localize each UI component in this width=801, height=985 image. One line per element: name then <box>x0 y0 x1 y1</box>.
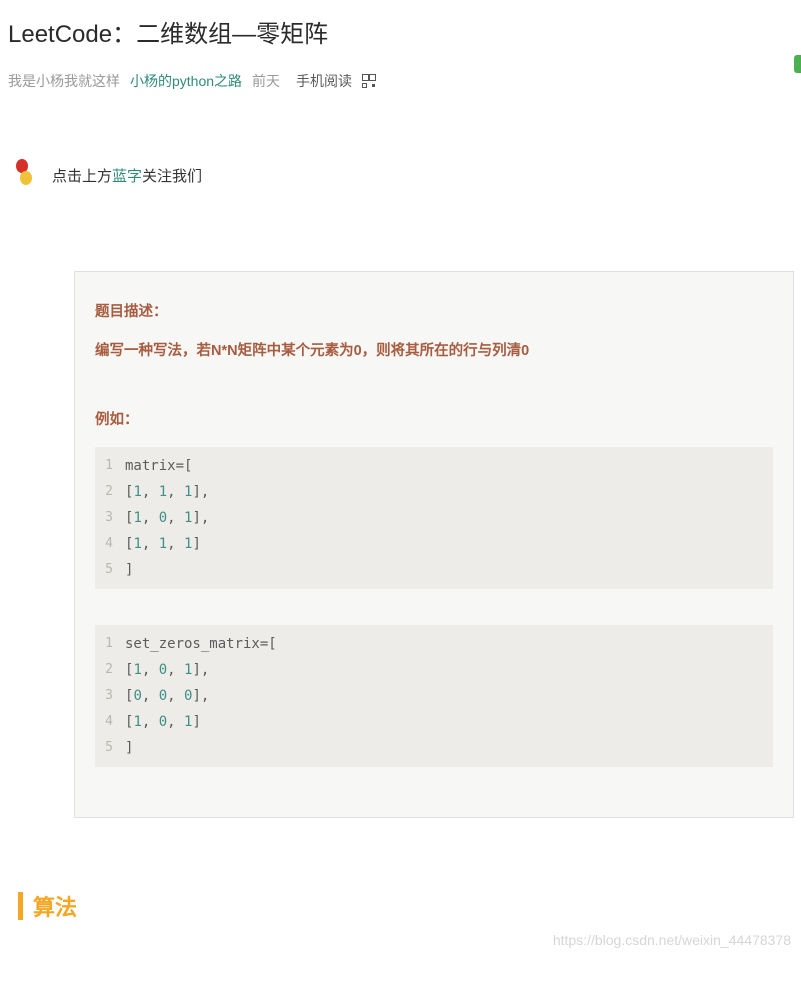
line-number: 4 <box>95 531 125 557</box>
code-line: 3[0, 0, 0], <box>95 683 773 709</box>
line-number: 4 <box>95 709 125 735</box>
code-line: 4[1, 1, 1] <box>95 531 773 557</box>
line-number: 2 <box>95 479 125 505</box>
publish-time: 前天 <box>252 71 280 91</box>
line-number: 3 <box>95 683 125 709</box>
balloons-icon <box>16 159 38 191</box>
code-text: [1, 0, 1] <box>125 709 201 735</box>
code-line: 5] <box>95 557 773 583</box>
follow-prompt: 点击上方蓝字关注我们 <box>16 159 801 191</box>
code-line: 4[1, 0, 1] <box>95 709 773 735</box>
follow-prefix: 点击上方 <box>52 168 112 185</box>
author-name: 我是小杨我就这样 <box>8 71 120 91</box>
code-text: [1, 0, 1], <box>125 505 209 531</box>
line-number: 1 <box>95 453 125 479</box>
desc-label: 题目描述： <box>95 300 773 321</box>
line-number: 5 <box>95 735 125 761</box>
line-number: 1 <box>95 631 125 657</box>
line-number: 5 <box>95 557 125 583</box>
follow-text: 点击上方蓝字关注我们 <box>52 165 202 186</box>
code-text: set_zeros_matrix=[ <box>125 631 277 657</box>
code-block-input: 1matrix=[2[1, 1, 1],3[1, 0, 1],4[1, 1, 1… <box>95 447 773 589</box>
code-text: ] <box>125 557 133 583</box>
code-line: 1set_zeros_matrix=[ <box>95 631 773 657</box>
problem-card: 题目描述： 编写一种写法，若N*N矩阵中某个元素为0，则将其所在的行与列清0 例… <box>74 271 794 818</box>
code-line: 3[1, 0, 1], <box>95 505 773 531</box>
desc-text: 编写一种写法，若N*N矩阵中某个元素为0，则将其所在的行与列清0 <box>95 339 773 360</box>
code-text: [1, 0, 1], <box>125 657 209 683</box>
code-line: 1matrix=[ <box>95 453 773 479</box>
heading-bar-icon <box>18 892 23 920</box>
qr-icon[interactable] <box>362 74 376 88</box>
watermark-text: https://blog.csdn.net/weixin_44478378 <box>0 922 801 956</box>
code-block-output: 1set_zeros_matrix=[2[1, 0, 1],3[0, 0, 0]… <box>95 625 773 767</box>
mobile-read-link[interactable]: 手机阅读 <box>296 71 352 91</box>
side-tab[interactable] <box>794 55 801 73</box>
article-title: LeetCode：二维数组—零矩阵 <box>8 14 793 49</box>
line-number: 2 <box>95 657 125 683</box>
example-label: 例如： <box>95 408 773 429</box>
follow-blue-link[interactable]: 蓝字 <box>112 168 142 185</box>
follow-suffix: 关注我们 <box>142 168 202 185</box>
algo-heading: 算法 <box>18 890 801 922</box>
algo-heading-text: 算法 <box>33 890 77 922</box>
code-text: [1, 1, 1] <box>125 531 201 557</box>
code-line: 2[1, 1, 1], <box>95 479 773 505</box>
code-text: [0, 0, 0], <box>125 683 209 709</box>
code-text: ] <box>125 735 133 761</box>
code-text: matrix=[ <box>125 453 192 479</box>
source-link[interactable]: 小杨的python之路 <box>130 71 242 91</box>
code-line: 2[1, 0, 1], <box>95 657 773 683</box>
article-meta: 我是小杨我就这样 小杨的python之路 前天 手机阅读 <box>8 71 793 99</box>
code-text: [1, 1, 1], <box>125 479 209 505</box>
article-header: LeetCode：二维数组—零矩阵 我是小杨我就这样 小杨的python之路 前… <box>0 0 801 99</box>
line-number: 3 <box>95 505 125 531</box>
code-line: 5] <box>95 735 773 761</box>
